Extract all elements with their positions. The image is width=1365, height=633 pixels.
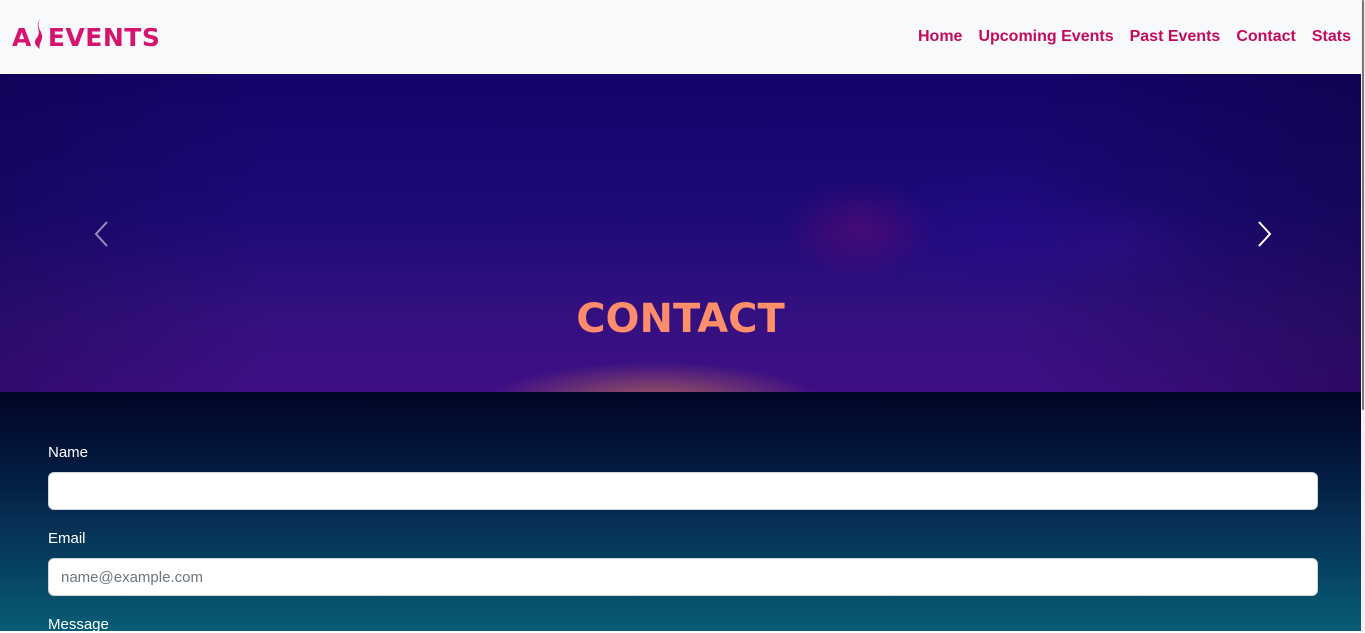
logo-suffix: EVENTS <box>47 22 161 52</box>
carousel-prev-button[interactable] <box>82 214 122 254</box>
hero-carousel: CONTACT <box>0 74 1361 392</box>
contact-form: Name Email Message <box>0 392 1361 633</box>
name-input[interactable] <box>48 472 1318 510</box>
email-label: Email <box>48 530 86 547</box>
nav-link-past-events[interactable]: Past Events <box>1130 28 1221 46</box>
nav-links: Home Upcoming Events Past Events Contact… <box>918 28 1351 46</box>
page-scrollbar[interactable] <box>1361 0 1365 631</box>
carousel-next-button[interactable] <box>1244 214 1284 254</box>
chevron-right-icon <box>1258 221 1272 247</box>
navbar: A EVENTS Home Upcoming Events Past Event… <box>0 0 1365 74</box>
nav-link-contact[interactable]: Contact <box>1236 28 1296 46</box>
brand-logo[interactable]: A EVENTS <box>12 17 160 57</box>
message-label: Message <box>48 616 109 633</box>
logo-prefix: A <box>12 22 32 52</box>
hero-title: CONTACT <box>0 296 1361 342</box>
flame-logo-icon <box>31 17 47 57</box>
nav-link-home[interactable]: Home <box>918 28 962 46</box>
email-input[interactable] <box>48 558 1318 596</box>
chevron-left-icon <box>94 221 108 247</box>
nav-link-stats[interactable]: Stats <box>1312 28 1351 46</box>
name-label: Name <box>48 444 89 461</box>
nav-link-upcoming-events[interactable]: Upcoming Events <box>978 28 1113 46</box>
scrollbar-thumb[interactable] <box>1362 0 1364 410</box>
